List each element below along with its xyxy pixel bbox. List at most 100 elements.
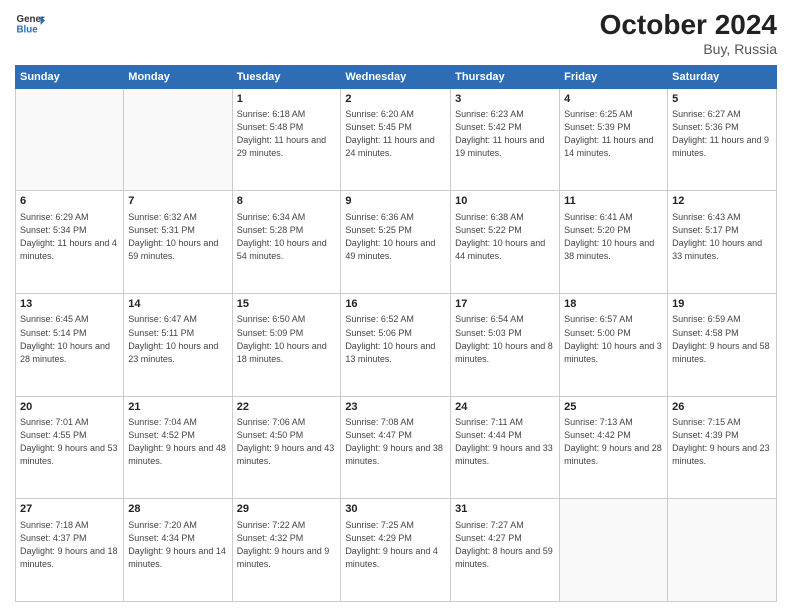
day-content: Sunrise: 7:13 AM Sunset: 4:42 PM Dayligh…	[564, 416, 663, 468]
logo: General Blue	[15, 10, 45, 40]
day-number: 13	[20, 297, 119, 312]
day-content: Sunrise: 7:04 AM Sunset: 4:52 PM Dayligh…	[128, 416, 227, 468]
day-header-friday: Friday	[560, 65, 668, 88]
day-content: Sunrise: 7:27 AM Sunset: 4:27 PM Dayligh…	[455, 519, 555, 571]
day-number: 8	[237, 194, 337, 209]
calendar-cell: 21Sunrise: 7:04 AM Sunset: 4:52 PM Dayli…	[124, 396, 232, 499]
calendar-header-row: SundayMondayTuesdayWednesdayThursdayFrid…	[16, 65, 777, 88]
calendar-cell: 27 Sunrise: 7:18 AM Sunset: 4:37 PM Dayli…	[16, 499, 124, 602]
day-number: 12	[672, 194, 772, 209]
calendar-cell: 16Sunrise: 6:52 AM Sunset: 5:06 PM Dayli…	[341, 294, 451, 397]
day-content: Sunrise: 6:45 AM Sunset: 5:14 PM Dayligh…	[20, 313, 119, 365]
calendar-cell: 22Sunrise: 7:06 AM Sunset: 4:50 PM Dayli…	[232, 396, 341, 499]
calendar-cell: 17Sunrise: 6:54 AM Sunset: 5:03 PM Dayli…	[451, 294, 560, 397]
calendar-cell: 7Sunrise: 6:32 AM Sunset: 5:31 PM Daylig…	[124, 191, 232, 294]
day-number: 4	[564, 92, 663, 107]
day-content: Sunrise: 7:25 AM Sunset: 4:29 PM Dayligh…	[345, 519, 446, 571]
day-content: Sunrise: 6:50 AM Sunset: 5:09 PM Dayligh…	[237, 313, 337, 365]
calendar-cell: 19Sunrise: 6:59 AM Sunset: 4:58 PM Dayli…	[668, 294, 777, 397]
calendar-cell: 30 Sunrise: 7:25 AM Sunset: 4:29 PM Dayli…	[341, 499, 451, 602]
day-number: 3	[455, 92, 555, 107]
day-number: 5	[672, 92, 772, 107]
calendar-cell	[16, 88, 124, 191]
day-number: 18	[564, 297, 663, 312]
logo-icon: General Blue	[15, 10, 45, 40]
day-content: Sunrise: 7:18 AM Sunset: 4:37 PM Dayligh…	[20, 519, 119, 571]
day-header-monday: Monday	[124, 65, 232, 88]
day-content: Sunrise: 6:20 AM Sunset: 5:45 PM Dayligh…	[345, 108, 446, 160]
day-number: 25	[564, 400, 663, 415]
day-content: Sunrise: 6:52 AM Sunset: 5:06 PM Dayligh…	[345, 313, 446, 365]
calendar-cell: 23Sunrise: 7:08 AM Sunset: 4:47 PM Dayli…	[341, 396, 451, 499]
day-content: Sunrise: 6:57 AM Sunset: 5:00 PM Dayligh…	[564, 313, 663, 365]
day-number: 1	[237, 92, 337, 107]
day-content: Sunrise: 7:06 AM Sunset: 4:50 PM Dayligh…	[237, 416, 337, 468]
day-content: Sunrise: 7:01 AM Sunset: 4:55 PM Dayligh…	[20, 416, 119, 468]
day-content: Sunrise: 7:08 AM Sunset: 4:47 PM Dayligh…	[345, 416, 446, 468]
calendar-cell: 26Sunrise: 7:15 AM Sunset: 4:39 PM Dayli…	[668, 396, 777, 499]
calendar-cell: 1Sunrise: 6:18 AM Sunset: 5:48 PM Daylig…	[232, 88, 341, 191]
day-content: Sunrise: 6:59 AM Sunset: 4:58 PM Dayligh…	[672, 313, 772, 365]
calendar-cell: 14Sunrise: 6:47 AM Sunset: 5:11 PM Dayli…	[124, 294, 232, 397]
day-number: 14	[128, 297, 227, 312]
calendar-week-row: 13Sunrise: 6:45 AM Sunset: 5:14 PM Dayli…	[16, 294, 777, 397]
day-number: 27	[20, 502, 119, 517]
day-number: 30	[345, 502, 446, 517]
day-number: 2	[345, 92, 446, 107]
calendar-cell: 13Sunrise: 6:45 AM Sunset: 5:14 PM Dayli…	[16, 294, 124, 397]
calendar-cell: 11Sunrise: 6:41 AM Sunset: 5:20 PM Dayli…	[560, 191, 668, 294]
day-content: Sunrise: 6:34 AM Sunset: 5:28 PM Dayligh…	[237, 211, 337, 263]
calendar-cell: 24Sunrise: 7:11 AM Sunset: 4:44 PM Dayli…	[451, 396, 560, 499]
calendar-cell: 9 Sunrise: 6:36 AM Sunset: 5:25 PM Daylig…	[341, 191, 451, 294]
calendar-cell: 6 Sunrise: 6:29 AM Sunset: 5:34 PM Daylig…	[16, 191, 124, 294]
day-number: 6	[20, 194, 119, 209]
calendar-cell	[560, 499, 668, 602]
calendar-cell: 8 Sunrise: 6:34 AM Sunset: 5:28 PM Daylig…	[232, 191, 341, 294]
calendar-cell: 3Sunrise: 6:23 AM Sunset: 5:42 PM Daylig…	[451, 88, 560, 191]
day-content: Sunrise: 6:18 AM Sunset: 5:48 PM Dayligh…	[237, 108, 337, 160]
calendar-week-row: 20Sunrise: 7:01 AM Sunset: 4:55 PM Dayli…	[16, 396, 777, 499]
day-number: 9	[345, 194, 446, 209]
calendar-cell: 15Sunrise: 6:50 AM Sunset: 5:09 PM Dayli…	[232, 294, 341, 397]
calendar-cell: 29Sunrise: 7:22 AM Sunset: 4:32 PM Dayli…	[232, 499, 341, 602]
calendar-week-row: 27 Sunrise: 7:18 AM Sunset: 4:37 PM Dayli…	[16, 499, 777, 602]
day-header-thursday: Thursday	[451, 65, 560, 88]
day-number: 19	[672, 297, 772, 312]
day-content: Sunrise: 6:47 AM Sunset: 5:11 PM Dayligh…	[128, 313, 227, 365]
day-content: Sunrise: 6:29 AM Sunset: 5:34 PM Dayligh…	[20, 211, 119, 263]
day-content: Sunrise: 6:41 AM Sunset: 5:20 PM Dayligh…	[564, 211, 663, 263]
location: Buy, Russia	[600, 41, 777, 57]
header: General Blue October 2024 Buy, Russia	[15, 10, 777, 57]
day-number: 31	[455, 502, 555, 517]
calendar: SundayMondayTuesdayWednesdayThursdayFrid…	[15, 65, 777, 602]
calendar-cell: 20Sunrise: 7:01 AM Sunset: 4:55 PM Dayli…	[16, 396, 124, 499]
day-number: 24	[455, 400, 555, 415]
day-content: Sunrise: 7:15 AM Sunset: 4:39 PM Dayligh…	[672, 416, 772, 468]
day-number: 23	[345, 400, 446, 415]
calendar-cell	[124, 88, 232, 191]
title-area: October 2024 Buy, Russia	[600, 10, 777, 57]
day-content: Sunrise: 6:27 AM Sunset: 5:36 PM Dayligh…	[672, 108, 772, 160]
day-header-wednesday: Wednesday	[341, 65, 451, 88]
month-title: October 2024	[600, 10, 777, 41]
day-header-sunday: Sunday	[16, 65, 124, 88]
calendar-cell: 28Sunrise: 7:20 AM Sunset: 4:34 PM Dayli…	[124, 499, 232, 602]
calendar-cell: 31 Sunrise: 7:27 AM Sunset: 4:27 PM Dayli…	[451, 499, 560, 602]
day-content: Sunrise: 6:25 AM Sunset: 5:39 PM Dayligh…	[564, 108, 663, 160]
calendar-cell: 12Sunrise: 6:43 AM Sunset: 5:17 PM Dayli…	[668, 191, 777, 294]
day-number: 21	[128, 400, 227, 415]
day-number: 26	[672, 400, 772, 415]
calendar-week-row: 1Sunrise: 6:18 AM Sunset: 5:48 PM Daylig…	[16, 88, 777, 191]
calendar-cell: 4Sunrise: 6:25 AM Sunset: 5:39 PM Daylig…	[560, 88, 668, 191]
day-header-tuesday: Tuesday	[232, 65, 341, 88]
day-content: Sunrise: 6:36 AM Sunset: 5:25 PM Dayligh…	[345, 211, 446, 263]
svg-text:Blue: Blue	[17, 25, 39, 36]
day-content: Sunrise: 7:11 AM Sunset: 4:44 PM Dayligh…	[455, 416, 555, 468]
calendar-week-row: 6 Sunrise: 6:29 AM Sunset: 5:34 PM Daylig…	[16, 191, 777, 294]
day-number: 16	[345, 297, 446, 312]
calendar-cell: 18Sunrise: 6:57 AM Sunset: 5:00 PM Dayli…	[560, 294, 668, 397]
calendar-cell	[668, 499, 777, 602]
day-content: Sunrise: 6:23 AM Sunset: 5:42 PM Dayligh…	[455, 108, 555, 160]
calendar-cell: 2Sunrise: 6:20 AM Sunset: 5:45 PM Daylig…	[341, 88, 451, 191]
day-header-saturday: Saturday	[668, 65, 777, 88]
